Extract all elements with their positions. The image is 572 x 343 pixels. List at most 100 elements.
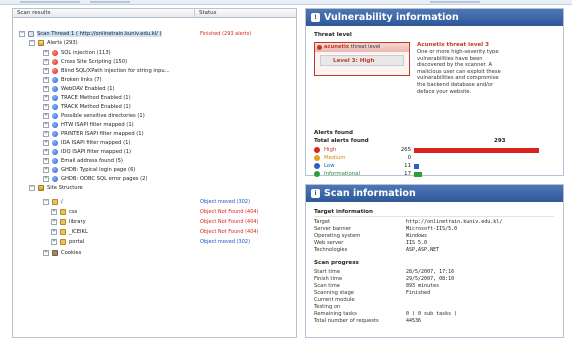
expand-toggle-icon[interactable]: + — [43, 176, 49, 182]
expand-toggle-icon[interactable]: + — [43, 250, 49, 256]
expand-toggle-icon[interactable]: + — [43, 149, 49, 155]
tree-row[interactable]: + GHDB: Typical login page (6) — [13, 166, 296, 174]
expand-toggle-icon[interactable]: + — [43, 50, 49, 56]
severity-icon — [314, 163, 320, 169]
expand-toggle-icon[interactable]: + — [51, 239, 57, 245]
target-info-value: IIS 5.0 — [406, 240, 428, 246]
scan-progress-label: Scanning stage — [314, 290, 354, 296]
target-info-label: Server banner — [314, 226, 352, 232]
column-header-scan-results[interactable]: Scan results — [13, 9, 195, 17]
folder-icon — [60, 239, 66, 245]
scan-progress-label: Scan time — [314, 283, 340, 289]
tree-row-label: Cross Site Scripting (150) — [61, 59, 128, 65]
target-info-label: Operating system — [314, 233, 361, 239]
tree-row-status: Object Not Found (404) — [200, 229, 259, 235]
target-info-row: Technologies ASP,ASP.NET — [314, 247, 558, 254]
target-info-label: Technologies — [314, 247, 348, 253]
expand-toggle-icon[interactable]: + — [43, 86, 49, 92]
tree-row[interactable]: − / — [13, 198, 296, 206]
severity-icon — [314, 155, 320, 161]
tree-row[interactable]: + WebDAV Enabled (1) — [13, 85, 296, 93]
scan-progress-row: Current module — [314, 297, 558, 304]
threat-level-description: One or more high-severity type vulnerabi… — [417, 49, 501, 95]
expand-toggle-icon[interactable]: + — [43, 59, 49, 65]
expand-toggle-icon[interactable]: + — [43, 95, 49, 101]
severity-bar — [414, 147, 539, 153]
tree-row-status: Object moved (302) — [200, 199, 251, 205]
expand-toggle-icon[interactable]: + — [43, 77, 49, 83]
scan-progress-label: Current module — [314, 297, 355, 303]
tree-row[interactable]: + SQL injection (113) — [13, 49, 296, 57]
toolbar-item[interactable] — [20, 1, 80, 3]
scan-progress-heading: Scan progress — [314, 260, 359, 266]
expand-toggle-icon[interactable]: + — [51, 219, 57, 225]
tree-row[interactable]: − Scan Thread 1 ( http://onlinetrain.kuni… — [13, 30, 296, 38]
folder-icon — [60, 229, 66, 235]
scan-title-text: Scan information — [324, 188, 416, 199]
tree-row[interactable]: + Cookies — [13, 249, 296, 257]
tree-row-status: Object Not Found (404) — [200, 219, 259, 225]
tree-row[interactable]: + GHDB: ODBC SQL error pages (2) — [13, 175, 296, 183]
tree-row[interactable]: + PRINTER ISAPI filter mapped (1) — [13, 130, 296, 138]
expand-toggle-icon[interactable]: + — [43, 68, 49, 74]
info-alert-icon — [52, 77, 58, 83]
scan-progress-value: 28/5/2007, 17:16 — [406, 269, 455, 275]
tree-row[interactable]: + TRACE Method Enabled (1) — [13, 94, 296, 102]
threat-level-box: acunetix threat level Level 3: High — [314, 42, 410, 76]
expand-toggle-icon[interactable]: + — [51, 229, 57, 235]
tree-row[interactable]: + Email address found (5) — [13, 157, 296, 165]
tree-row[interactable]: − Site Structure — [13, 184, 296, 192]
toolbar-item[interactable] — [430, 1, 480, 3]
scan-progress-value: Finished — [406, 290, 431, 296]
scan-progress-value: 0 ( 0 sub tasks ) — [406, 311, 458, 317]
scan-progress-value: 29/5/2007, 08:10 — [406, 276, 455, 282]
tree-row-label: PRINTER ISAPI filter mapped (1) — [61, 131, 144, 137]
toolbar-item[interactable] — [90, 1, 130, 3]
tree-row[interactable]: + IDQ ISAPI filter mapped (1) — [13, 148, 296, 156]
vulnerability-title-text: Vulnerability information — [324, 12, 459, 23]
tree-row-label: Scan Thread 1 ( http://onlinetrain.kuniv… — [37, 31, 162, 37]
info-alert-icon — [52, 167, 58, 173]
expand-toggle-icon[interactable]: + — [51, 209, 57, 215]
expand-toggle-icon[interactable]: + — [43, 104, 49, 110]
severity-row-low: Low 11 — [314, 162, 554, 170]
expand-toggle-icon[interactable]: + — [43, 158, 49, 164]
expand-toggle-icon[interactable]: + — [43, 113, 49, 119]
scan-results-pane: Scan results Status − Scan Thread 1 ( htt… — [12, 8, 297, 338]
high-alert-icon — [52, 68, 58, 74]
tree-row[interactable]: + IDA ISAPI filter mapped (1) — [13, 139, 296, 147]
tree-row[interactable]: + Possible sensitive directories (1) — [13, 112, 296, 120]
tree-row[interactable]: − Alerts (293) — [13, 39, 296, 47]
tree-row[interactable]: + portal — [13, 238, 296, 246]
info-alert-icon — [52, 140, 58, 146]
info-alert-icon — [52, 86, 58, 92]
tree-row-label: IDA ISAPI filter mapped (1) — [61, 140, 131, 146]
expand-toggle-icon[interactable]: + — [43, 131, 49, 137]
tree-row[interactable]: + Broken links (7) — [13, 76, 296, 84]
severity-count: 11 — [404, 163, 411, 169]
tree-row[interactable]: + Blind SQL/XPath injection for string in… — [13, 67, 296, 75]
threat-level-title: Acunetix threat level 3 — [417, 42, 490, 48]
expand-toggle-icon[interactable]: − — [29, 40, 35, 46]
tree-row[interactable]: + Cross Site Scripting (150) — [13, 58, 296, 66]
expand-toggle-icon[interactable]: + — [43, 140, 49, 146]
expand-toggle-icon[interactable]: − — [19, 31, 25, 37]
tree-row[interactable]: + HTW ISAPI filter mapped (1) — [13, 121, 296, 129]
severity-count: 17 — [404, 171, 411, 177]
expand-toggle-icon[interactable]: + — [43, 167, 49, 173]
scan-progress-label: Remaining tasks — [314, 311, 357, 317]
tree-row-label: GHDB: Typical login page (6) — [61, 167, 136, 173]
expand-toggle-icon[interactable]: − — [29, 185, 35, 191]
expand-toggle-icon[interactable]: − — [43, 199, 49, 205]
info-alert-icon — [52, 113, 58, 119]
tree-row-status: Finished (293 alerts) — [200, 31, 252, 37]
scan-progress-row: Testing on — [314, 304, 558, 311]
scan-progress-row: Remaining tasks 0 ( 0 sub tasks ) — [314, 311, 558, 318]
scan-progress-row: Total number of requests 44536 — [314, 318, 558, 325]
tree-row[interactable]: + TRACK Method Enabled (1) — [13, 103, 296, 111]
scan-progress-label: Total number of requests — [314, 318, 379, 324]
tree-row-label: Alerts (293) — [47, 40, 78, 46]
expand-toggle-icon[interactable]: + — [43, 122, 49, 128]
tree-row-label: HTW ISAPI filter mapped (1) — [61, 122, 134, 128]
column-header-status[interactable]: Status — [195, 9, 217, 17]
